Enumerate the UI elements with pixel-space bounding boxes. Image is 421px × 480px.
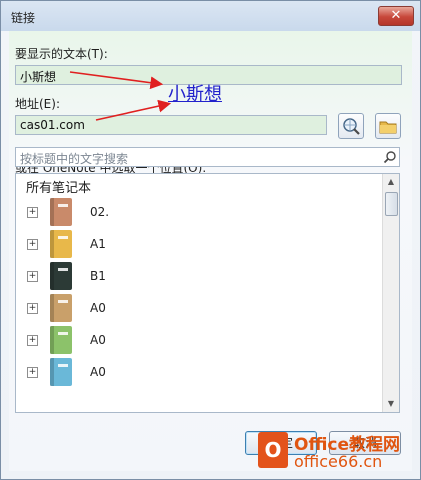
arrow-to-address — [95, 99, 172, 121]
watermark-url: office66.cn — [294, 452, 383, 471]
watermark: O Office教程网 office66.cn — [258, 428, 418, 476]
office-logo-icon: O — [258, 432, 288, 468]
arrow-to-display-text — [69, 71, 164, 90]
annotation-arrows — [69, 71, 172, 121]
